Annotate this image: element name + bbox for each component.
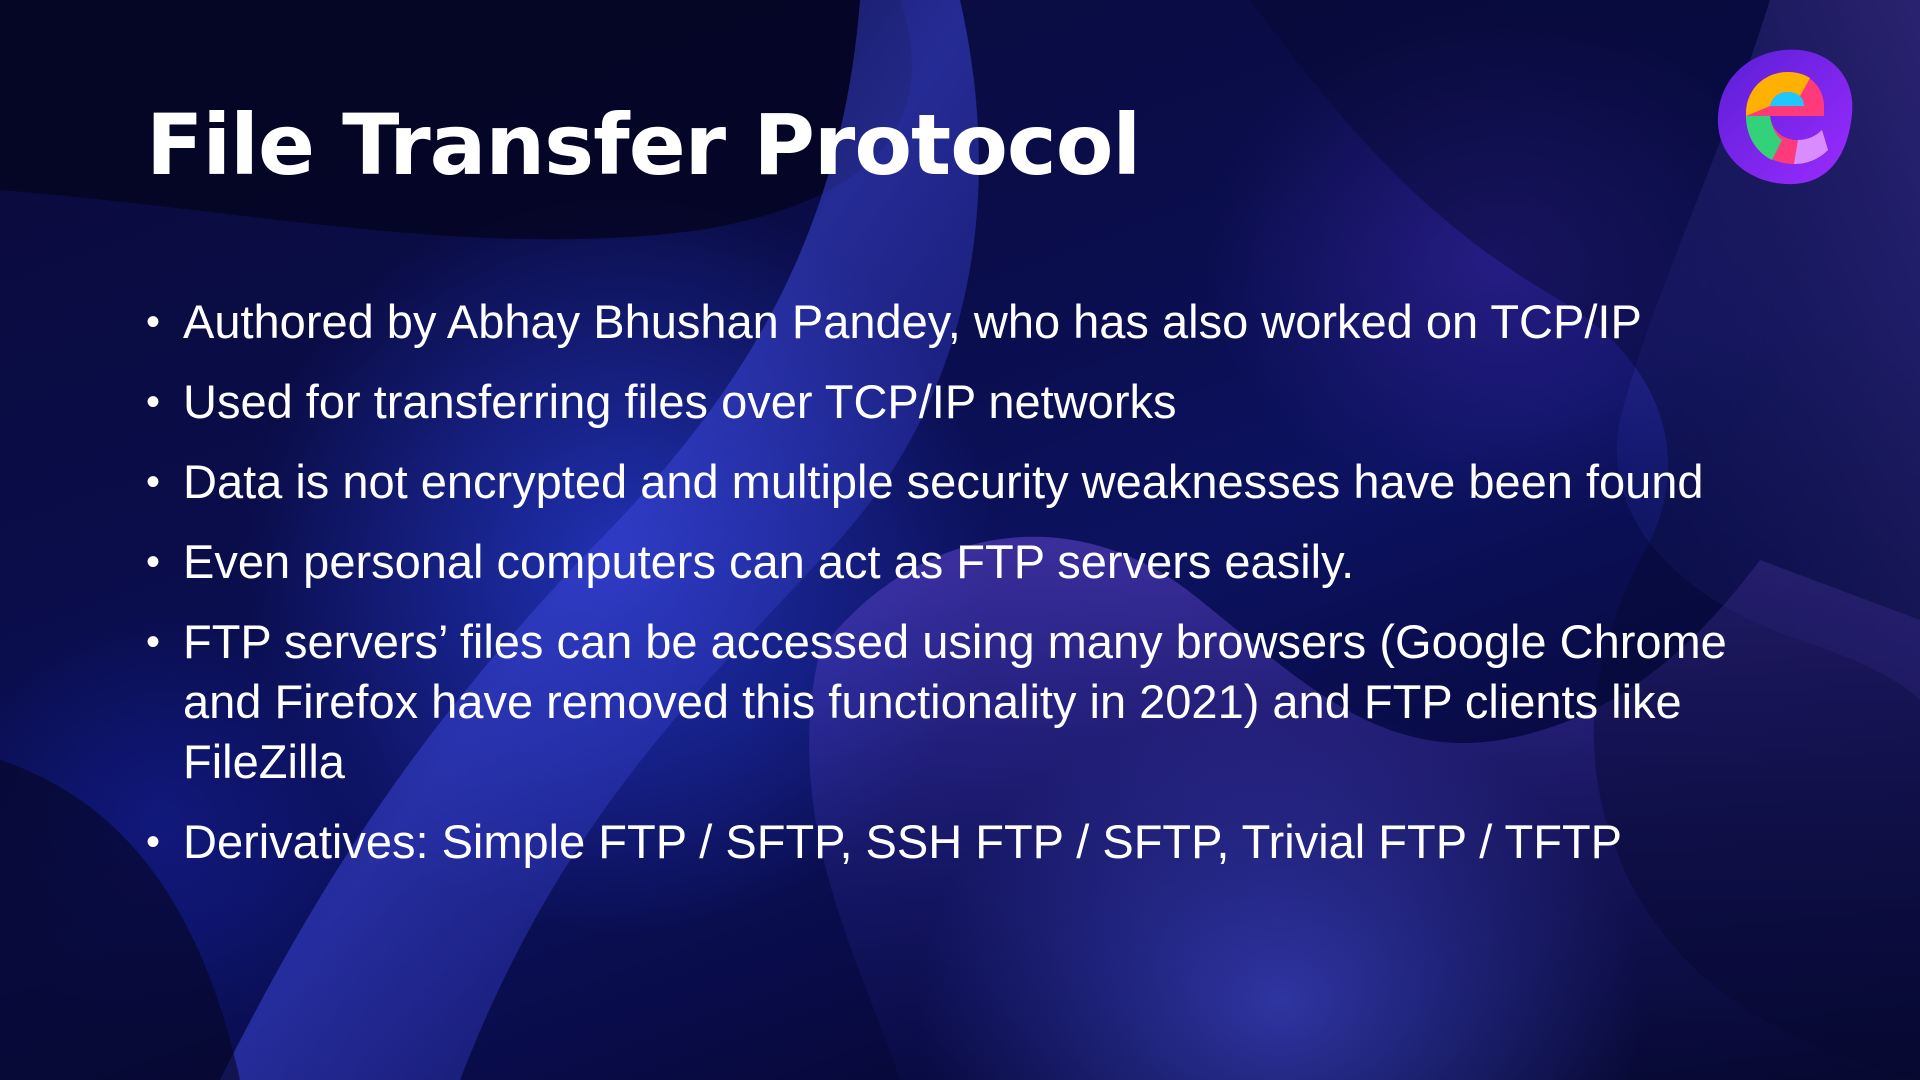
list-item: • Authored by Abhay Bhushan Pandey, who … [146,292,1766,352]
e-letter-logo-icon [1712,44,1860,192]
list-item: • Derivatives: Simple FTP / SFTP, SSH FT… [146,812,1766,872]
slide-title: File Transfer Protocol [146,96,1141,194]
list-item: • Even personal computers can act as FTP… [146,532,1766,592]
bullet-text: Used for transferring files over TCP/IP … [183,375,1177,428]
slide: File Transfer Protocol • Authored by Abh… [0,0,1920,1080]
bullet-list: • Authored by Abhay Bhushan Pandey, who … [146,292,1766,892]
bullet-marker: • [146,620,161,664]
bullet-text: Authored by Abhay Bhushan Pandey, who ha… [183,295,1642,348]
bullet-marker: • [146,540,161,584]
bullet-text: Even personal computers can act as FTP s… [183,535,1355,588]
bullet-marker: • [146,820,161,864]
list-item: • Used for transferring files over TCP/I… [146,372,1766,432]
bullet-marker: • [146,380,161,424]
bullet-marker: • [146,460,161,504]
bullet-text: Derivatives: Simple FTP / SFTP, SSH FTP … [183,815,1623,868]
bullet-text: Data is not encrypted and multiple secur… [183,455,1704,508]
bullet-marker: • [146,300,161,344]
bullet-text: FTP servers’ files can be accessed using… [183,615,1727,788]
list-item: • Data is not encrypted and multiple sec… [146,452,1766,512]
list-item: • FTP servers’ files can be accessed usi… [146,612,1766,792]
